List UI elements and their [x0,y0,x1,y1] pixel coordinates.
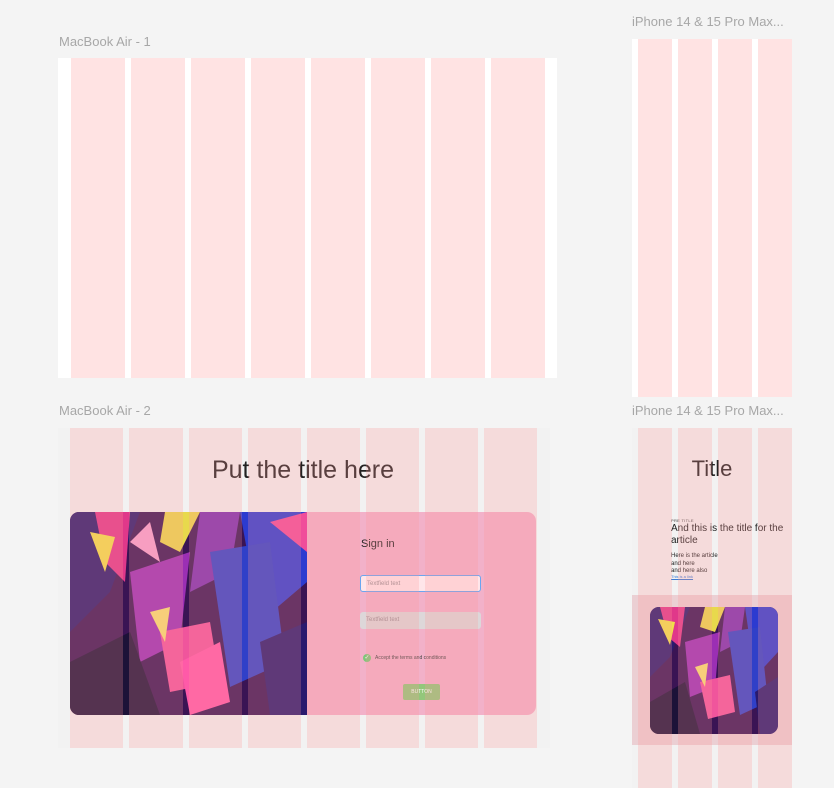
layout-grid-column [638,428,672,788]
layout-grid-column [758,428,792,788]
frame-label-iphone-1[interactable]: iPhone 14 & 15 Pro Max... [632,14,784,29]
layout-grid-column [248,428,301,748]
layout-grid-column [129,428,183,748]
layout-grid-column [371,58,425,378]
layout-grid-column [366,428,419,748]
frame-iphone-1[interactable] [632,39,792,397]
frame-label-iphone-2[interactable]: iPhone 14 & 15 Pro Max... [632,403,784,418]
layout-grid-column [678,39,712,397]
layout-grid-column [311,58,365,378]
layout-grid-column [431,58,485,378]
layout-grid-column [425,428,478,748]
layout-grid-column [131,58,185,378]
frame-label-macbook-2[interactable]: MacBook Air - 2 [59,403,151,418]
layout-grid-column [191,58,245,378]
layout-grid-column [71,58,125,378]
layout-grid-column [758,39,792,397]
layout-grid-column [251,58,305,378]
frame-iphone-2[interactable]: Title PRE TITLE And this is the title fo… [632,428,792,788]
layout-grid-column [189,428,242,748]
layout-grid-column [491,58,545,378]
frame-label-macbook-1[interactable]: MacBook Air - 1 [59,34,151,49]
layout-grid-column [718,39,752,397]
layout-grid-column [484,428,537,748]
layout-grid-column [307,428,360,748]
frame-macbook-air-2[interactable]: Put the title here Sign in Textfield tex… [58,428,550,748]
layout-grid-column [718,428,752,788]
frame-macbook-air-1[interactable] [58,58,557,378]
layout-grid-column [678,428,712,788]
layout-grid-column [638,39,672,397]
layout-grid-column [70,428,123,748]
